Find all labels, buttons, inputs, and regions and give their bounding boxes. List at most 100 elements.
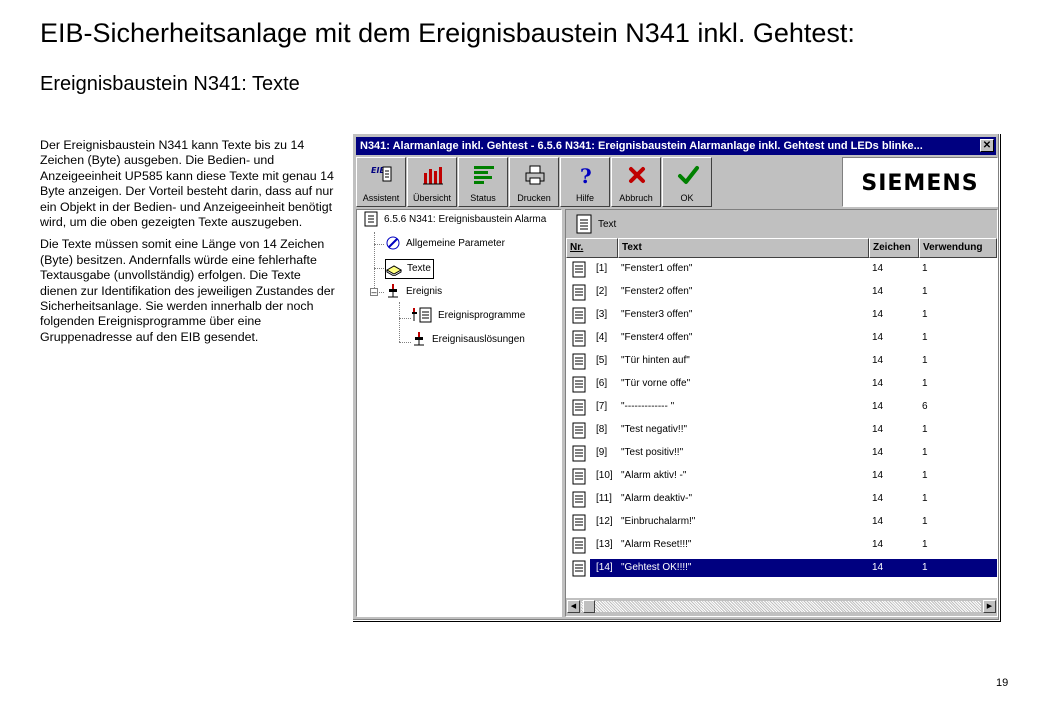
row-nr: [6] (596, 378, 608, 389)
tree-item-texts-label: Texte (407, 263, 431, 274)
scroll-track[interactable] (581, 601, 981, 612)
tree-item-event-programs[interactable]: Ereignisprogramme (411, 307, 525, 325)
help-button[interactable]: ? Hilfe (560, 157, 610, 207)
text-document-icon (572, 422, 586, 439)
row-verwendung: 1 (922, 378, 928, 389)
eib-assistant-icon: EIB (371, 166, 392, 182)
tree-item-event[interactable]: Ereignis (385, 283, 442, 301)
table-row[interactable]: [1] "Fenster1 offen" 14 1 (566, 258, 997, 281)
panel-header-label: Text (598, 219, 617, 230)
table-row[interactable]: [12] "Einbruchalarm!" 14 1 (566, 511, 997, 534)
scroll-thumb[interactable] (583, 600, 595, 613)
table-row[interactable]: [6] "Tür vorne offe" 14 1 (566, 373, 997, 396)
row-nr: [10] (596, 470, 613, 481)
table-row[interactable]: [2] "Fenster2 offen" 14 1 (566, 281, 997, 304)
text-document-icon (576, 214, 592, 234)
table-row[interactable]: [7] "------------- " 14 6 (566, 396, 997, 419)
row-verwendung: 6 (922, 401, 928, 412)
window-titlebar[interactable]: N341: Alarmanlage inkl. Gehtest - 6.5.6 … (356, 137, 996, 155)
row-zeichen: 14 (872, 562, 884, 573)
table-row[interactable]: [14] "Gehtest OK!!!!" 14 1 (566, 557, 997, 580)
text-document-icon (572, 514, 586, 531)
row-text: "Einbruchalarm!" (621, 516, 696, 527)
table-row[interactable]: [4] "Fenster4 offen" 14 1 (566, 327, 997, 350)
text-document-icon (572, 468, 586, 485)
ok-button[interactable]: OK (662, 157, 712, 207)
tree-root[interactable]: 6.5.6 N341: Ereignisbaustein Alarma (363, 211, 546, 229)
tree-root-label: 6.5.6 N341: Ereignisbaustein Alarma (384, 214, 547, 225)
row-nr: [5] (596, 355, 608, 366)
collapse-toggle[interactable]: – (370, 288, 378, 297)
event-icon (388, 284, 398, 298)
app-window: N341: Alarmanlage inkl. Gehtest - 6.5.6 … (352, 133, 1000, 621)
row-text: "Fenster4 offen" (621, 332, 693, 343)
row-zeichen: 14 (872, 493, 884, 504)
row-zeichen: 14 (872, 424, 884, 435)
column-header-verwendung[interactable]: Verwendung (919, 238, 997, 258)
table-row[interactable]: [10] "Alarm aktiv! -" 14 1 (566, 465, 997, 488)
row-zeichen: 14 (872, 309, 884, 320)
tree-item-event-programs-label: Ereignisprogramme (438, 310, 526, 321)
cancel-label: Abbruch (619, 193, 653, 203)
help-label: Hilfe (575, 193, 594, 203)
overview-button[interactable]: Übersicht (407, 157, 457, 207)
table-row[interactable]: [3] "Fenster3 offen" 14 1 (566, 304, 997, 327)
row-verwendung: 1 (922, 539, 928, 550)
column-header-nr[interactable]: Nr. (566, 238, 618, 258)
tree-item-general-parameters[interactable]: Allgemeine Parameter (385, 235, 505, 253)
column-header-zeichen[interactable]: Zeichen (869, 238, 919, 258)
row-text: "------------- " (621, 401, 675, 412)
scroll-right-button[interactable]: ▶ (983, 600, 996, 613)
window-title: N341: Alarmanlage inkl. Gehtest - 6.5.6 … (360, 140, 923, 152)
parameters-icon (386, 236, 400, 250)
text-document-icon (572, 445, 586, 462)
row-zeichen: 14 (872, 286, 884, 297)
row-nr: [9] (596, 447, 608, 458)
chevron-right-icon: ▶ (986, 603, 993, 610)
row-nr: [11] (596, 493, 612, 504)
print-label: Drucken (517, 193, 551, 203)
row-zeichen: 14 (872, 263, 884, 274)
table-row[interactable]: [13] "Alarm Reset!!!" 14 1 (566, 534, 997, 557)
row-text: "Test positiv!!" (621, 447, 684, 458)
siemens-logo: SIEMENS (842, 157, 998, 207)
ok-label: OK (680, 193, 694, 203)
row-zeichen: 14 (872, 378, 884, 389)
column-header-text[interactable]: Text (618, 238, 869, 258)
status-button[interactable]: Status (458, 157, 508, 207)
panel-header: Text (566, 210, 997, 238)
row-nr: [2] (596, 286, 608, 297)
row-nr: [1] (596, 263, 608, 274)
tree-item-event-triggers[interactable]: Ereignisauslösungen (411, 331, 525, 349)
description-paragraph-2: Die Texte müssen somit eine Länge von 14… (40, 237, 335, 344)
horizontal-scrollbar[interactable]: ◀ ▶ (566, 598, 997, 616)
row-nr: [3] (596, 309, 608, 320)
svg-text:?: ? (580, 164, 592, 187)
print-button[interactable]: Drucken (509, 157, 559, 207)
row-zeichen: 14 (872, 447, 884, 458)
assistant-button[interactable]: EIB Assistent (356, 157, 406, 207)
cancel-button[interactable]: Abbruch (611, 157, 661, 207)
table-row[interactable]: [8] "Test negativ!!" 14 1 (566, 419, 997, 442)
text-document-icon (572, 560, 586, 577)
table-row[interactable]: [9] "Test positiv!!" 14 1 (566, 442, 997, 465)
tree-item-texts[interactable]: Texte (385, 259, 434, 279)
text-document-icon (572, 537, 586, 554)
event-program-icon (412, 307, 432, 323)
text-document-icon (572, 330, 586, 347)
scroll-left-button[interactable]: ◀ (567, 600, 580, 613)
close-button[interactable]: ✕ (980, 139, 994, 152)
tree-item-event-triggers-label: Ereignisauslösungen (432, 334, 525, 345)
row-text: "Fenster3 offen" (621, 309, 693, 320)
row-verwendung: 1 (922, 493, 928, 504)
row-text: "Fenster2 offen" (621, 286, 693, 297)
table-row[interactable]: [11] "Alarm deaktiv-" 14 1 (566, 488, 997, 511)
event-trigger-icon (414, 332, 424, 346)
row-verwendung: 1 (922, 309, 928, 320)
text-document-icon (572, 399, 586, 416)
status-bars-icon (474, 166, 494, 184)
row-nr: [4] (596, 332, 608, 343)
row-verwendung: 1 (922, 470, 928, 481)
table-row[interactable]: [5] "Tür hinten auf" 14 1 (566, 350, 997, 373)
ok-check-icon (678, 166, 699, 184)
